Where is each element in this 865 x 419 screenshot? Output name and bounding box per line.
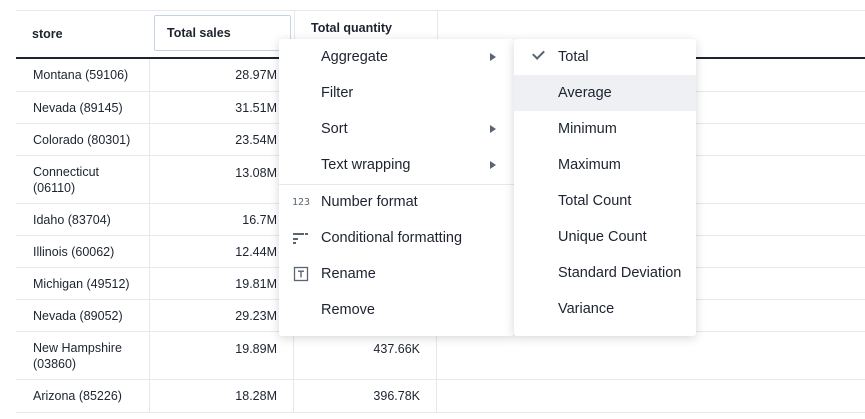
chevron-right-icon xyxy=(490,161,496,169)
cell-store: Nevada (89145) xyxy=(33,100,123,115)
cell-store: New Hampshire (03860) xyxy=(33,340,122,371)
submenu-item-label: Standard Deviation xyxy=(558,265,682,281)
aggregate-option-total-count[interactable]: Total Count xyxy=(514,183,696,219)
menu-item-aggregate[interactable]: Aggregate xyxy=(279,39,514,75)
menu-item-label: Sort xyxy=(321,121,348,137)
number-format-icon: 123 xyxy=(291,196,311,208)
submenu-item-label: Variance xyxy=(558,301,615,317)
chevron-right-icon xyxy=(490,125,496,133)
aggregate-option-maximum[interactable]: Maximum xyxy=(514,147,696,183)
cell-total-sales: 12.44M xyxy=(149,236,293,267)
cell-store: Colorado (80301) xyxy=(33,132,131,147)
cell-store: Idaho (83704) xyxy=(33,212,111,227)
menu-item-rename[interactable]: Rename xyxy=(279,256,514,292)
cell-total-sales: 31.51M xyxy=(149,92,293,123)
table-row[interactable]: New Hampshire (03860) 19.89M 437.66K xyxy=(16,332,865,380)
menu-item-remove[interactable]: Remove xyxy=(279,292,514,328)
aggregate-option-unique-count[interactable]: Unique Count xyxy=(514,219,696,255)
cell-store: Nevada (89052) xyxy=(33,308,123,323)
cell-store: Michigan (49512) xyxy=(33,276,130,291)
cell-total-sales: 16.7M xyxy=(149,204,293,235)
checkmark-icon xyxy=(532,47,545,60)
aggregate-option-variance[interactable]: Variance xyxy=(514,291,696,327)
menu-item-sort[interactable]: Sort xyxy=(279,111,514,147)
menu-item-filter[interactable]: Filter xyxy=(279,75,514,111)
menu-item-label: Number format xyxy=(321,194,418,210)
menu-item-label: Conditional formatting xyxy=(321,230,463,246)
cell-total-sales: 18.28M xyxy=(149,380,293,412)
aggregate-option-average[interactable]: Average xyxy=(514,75,696,111)
cell-total-quantity: 396.78K xyxy=(293,380,437,412)
rename-icon xyxy=(292,266,310,282)
column-header-total-sales[interactable]: Total sales xyxy=(154,15,291,51)
menu-item-label: Aggregate xyxy=(321,49,388,65)
cell-total-sales: 13.08M xyxy=(149,156,293,203)
aggregate-option-total[interactable]: Total xyxy=(514,39,696,75)
table-row[interactable]: Arizona (85226) 18.28M 396.78K xyxy=(16,380,865,413)
menu-item-label: Filter xyxy=(321,85,354,101)
aggregate-submenu: Total Average Minimum Maximum Total Coun… xyxy=(514,39,696,336)
cell-total-sales: 19.89M xyxy=(149,332,293,379)
cell-total-quantity: 437.66K xyxy=(293,332,437,379)
conditional-formatting-icon xyxy=(292,230,310,246)
submenu-item-label: Total xyxy=(558,49,589,65)
menu-item-label: Remove xyxy=(321,302,375,318)
cell-store: Illinois (60062) xyxy=(33,244,115,259)
cell-total-sales: 19.81M xyxy=(149,268,293,299)
submenu-item-label: Minimum xyxy=(558,121,617,137)
cell-total-sales: 29.23M xyxy=(149,300,293,331)
cell-total-sales: 23.54M xyxy=(149,124,293,155)
aggregate-option-standard-deviation[interactable]: Standard Deviation xyxy=(514,255,696,291)
cell-store: Arizona (85226) xyxy=(33,389,122,403)
submenu-item-label: Total Count xyxy=(558,193,632,209)
submenu-item-label: Maximum xyxy=(558,157,621,173)
cell-store: Connecticut (06110) xyxy=(33,164,100,195)
menu-item-conditional-formatting[interactable]: Conditional formatting xyxy=(279,220,514,256)
chevron-right-icon xyxy=(490,53,496,61)
aggregate-option-minimum[interactable]: Minimum xyxy=(514,111,696,147)
submenu-item-label: Average xyxy=(558,85,612,101)
menu-item-label: Text wrapping xyxy=(321,157,411,173)
submenu-item-label: Unique Count xyxy=(558,229,647,245)
column-context-menu: Aggregate Filter Sort Text wrapping 123 … xyxy=(279,39,514,336)
menu-item-label: Rename xyxy=(321,266,376,282)
cell-store: Montana (59106) xyxy=(33,68,129,82)
menu-item-text-wrapping[interactable]: Text wrapping xyxy=(279,147,514,183)
menu-item-number-format[interactable]: 123 Number format xyxy=(279,184,514,220)
cell-total-sales: 28.97M xyxy=(149,59,293,91)
column-header-store[interactable]: store xyxy=(16,11,150,57)
